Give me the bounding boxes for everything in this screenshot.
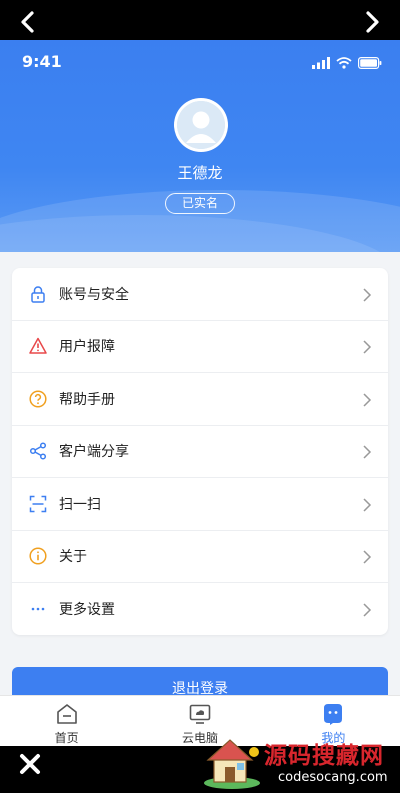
more-icon (29, 600, 47, 618)
scan-icon (29, 495, 47, 513)
verified-badge: 已实名 (165, 193, 235, 214)
user-name: 王德龙 (177, 164, 223, 182)
signal-icon (312, 54, 330, 73)
viewer-top-bar (0, 0, 400, 40)
menu-item-help-manual[interactable]: 帮助手册 (12, 373, 388, 426)
wifi-icon (336, 54, 352, 73)
menu-item-scan[interactable]: 扫一扫 (12, 478, 388, 531)
tab-label: 首页 (54, 731, 79, 745)
menu-item-label: 用户报障 (59, 339, 115, 356)
chevron-right-icon[interactable] (360, 10, 384, 34)
user-silhouette-icon (177, 101, 225, 149)
battery-icon (358, 54, 382, 73)
menu-item-label: 更多设置 (59, 602, 115, 619)
warning-icon (29, 337, 47, 355)
menu-item-more-settings[interactable]: 更多设置 (12, 583, 388, 635)
menu-item-label: 扫一扫 (59, 496, 101, 513)
close-icon[interactable] (18, 752, 42, 776)
chevron-right-icon (362, 339, 372, 354)
menu-item-label: 客户端分享 (59, 444, 129, 461)
status-icons (312, 54, 382, 73)
menu-item-label: 帮助手册 (59, 391, 115, 408)
watermark: 源码搜藏网 codesocang.com (198, 728, 400, 793)
chevron-right-icon (362, 444, 372, 459)
share-icon (29, 442, 47, 460)
chevron-right-icon (362, 287, 372, 302)
chevron-left-icon[interactable] (16, 10, 40, 34)
menu-item-account-security[interactable]: 账号与安全 (12, 268, 388, 321)
status-time: 9:41 (22, 52, 62, 71)
status-bar: 9:41 (0, 40, 400, 84)
profile-icon (321, 702, 345, 726)
phone-screen: 9:41 王德龙 已实名 账号与安全 用户报障 帮助手册 客户端分享 扫一扫 关… (0, 40, 400, 746)
chevron-right-icon (362, 392, 372, 407)
menu-item-report-issue[interactable]: 用户报障 (12, 321, 388, 373)
watermark-url: codesocang.com (278, 770, 388, 785)
watermark-title: 源码搜藏网 (264, 743, 384, 769)
avatar[interactable] (174, 98, 228, 152)
menu-list: 账号与安全 用户报障 帮助手册 客户端分享 扫一扫 关于 更多设置 (12, 268, 388, 635)
chevron-right-icon (362, 602, 372, 617)
avatar-image (177, 101, 225, 149)
menu-item-label: 关于 (59, 549, 87, 566)
chevron-right-icon (362, 549, 372, 564)
info-icon (29, 547, 47, 565)
tab-home[interactable]: 首页 (0, 696, 133, 746)
help-icon (29, 390, 47, 408)
menu-item-about[interactable]: 关于 (12, 531, 388, 583)
profile-header: 9:41 王德龙 已实名 (0, 40, 400, 252)
house-logo-icon (202, 734, 262, 790)
viewer-frame: 9:41 王德龙 已实名 账号与安全 用户报障 帮助手册 客户端分享 扫一扫 关… (0, 0, 400, 793)
cloud-pc-icon (188, 702, 212, 726)
chevron-right-icon (362, 497, 372, 512)
lock-icon (29, 285, 47, 303)
menu-item-label: 账号与安全 (59, 286, 129, 303)
menu-item-share-client[interactable]: 客户端分享 (12, 426, 388, 478)
home-icon (55, 702, 79, 726)
